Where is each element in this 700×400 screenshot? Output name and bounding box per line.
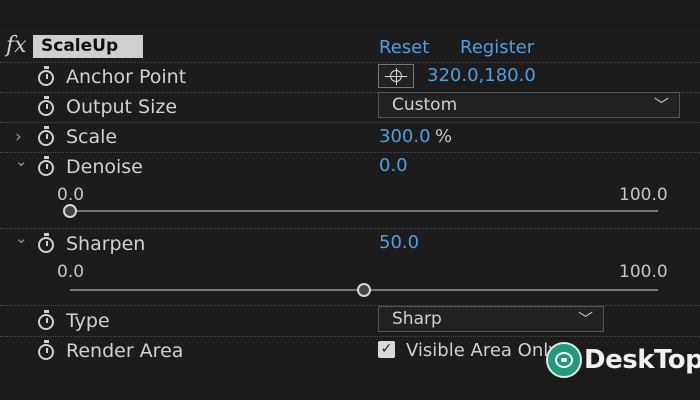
reset-link[interactable]: Reset	[379, 37, 429, 58]
output-size-selected: Custom	[392, 95, 458, 115]
row-divider	[0, 152, 700, 153]
output-size-label: Output Size	[66, 96, 178, 118]
denoise-slider-thumb[interactable]	[63, 204, 77, 218]
row-divider	[0, 336, 700, 337]
top-band	[0, 0, 700, 30]
register-link[interactable]: Register	[460, 37, 534, 58]
denoise-max-label: 100.0	[619, 185, 668, 205]
denoise-min-label: 0.0	[57, 185, 85, 205]
effect-name[interactable]: ScaleUp	[33, 35, 143, 58]
stopwatch-icon[interactable]	[38, 310, 54, 330]
anchor-crosshair-button[interactable]	[378, 64, 414, 88]
watermark: DeskTop	[546, 340, 700, 382]
chevron-down-icon: ﹀	[653, 96, 669, 114]
stopwatch-icon[interactable]	[38, 233, 54, 253]
row-divider	[0, 228, 700, 229]
sharpen-slider-thumb[interactable]	[357, 283, 371, 297]
fx-toggle[interactable]: fx	[6, 33, 32, 59]
watermark-logo-icon	[546, 342, 582, 378]
row-divider	[0, 62, 700, 63]
twirl-open-icon[interactable]: ⌄	[15, 152, 28, 170]
stopwatch-icon[interactable]	[38, 96, 54, 116]
type-dropdown[interactable]: Sharp ﹀	[378, 306, 604, 332]
stopwatch-icon[interactable]	[38, 66, 54, 86]
twirl-open-icon[interactable]: ⌄	[15, 229, 28, 247]
stopwatch-icon[interactable]	[38, 156, 54, 176]
output-size-dropdown[interactable]: Custom ﹀	[378, 92, 680, 118]
denoise-label: Denoise	[66, 156, 143, 178]
chevron-down-icon: ﹀	[577, 310, 593, 328]
visible-area-only-label: Visible Area Only	[406, 340, 559, 361]
scale-label: Scale	[66, 126, 118, 148]
type-label: Type	[66, 310, 110, 332]
denoise-slider-track[interactable]	[70, 210, 658, 212]
stopwatch-icon[interactable]	[38, 126, 54, 146]
scale-unit: %	[435, 126, 453, 147]
anchor-point-value[interactable]: 320.0,180.0	[427, 65, 536, 86]
visible-area-only-checkbox[interactable]: ✓	[378, 341, 395, 358]
stopwatch-icon[interactable]	[38, 340, 54, 360]
anchor-point-label: Anchor Point	[66, 66, 187, 88]
row-divider	[0, 122, 700, 123]
watermark-text: DeskTop	[584, 345, 700, 375]
effect-controls-panel: fx ScaleUp Reset Register Anchor Point 3…	[0, 0, 700, 400]
twirl-closed-icon[interactable]: ›	[15, 127, 22, 147]
sharpen-value[interactable]: 50.0	[379, 232, 419, 253]
sharpen-max-label: 100.0	[619, 262, 668, 282]
sharpen-label: Sharpen	[66, 233, 146, 255]
sharpen-min-label: 0.0	[57, 262, 85, 282]
scale-value[interactable]: 300.0	[379, 126, 431, 147]
render-area-label: Render Area	[66, 340, 184, 362]
type-selected: Sharp	[392, 309, 442, 329]
denoise-value[interactable]: 0.0	[379, 155, 408, 176]
